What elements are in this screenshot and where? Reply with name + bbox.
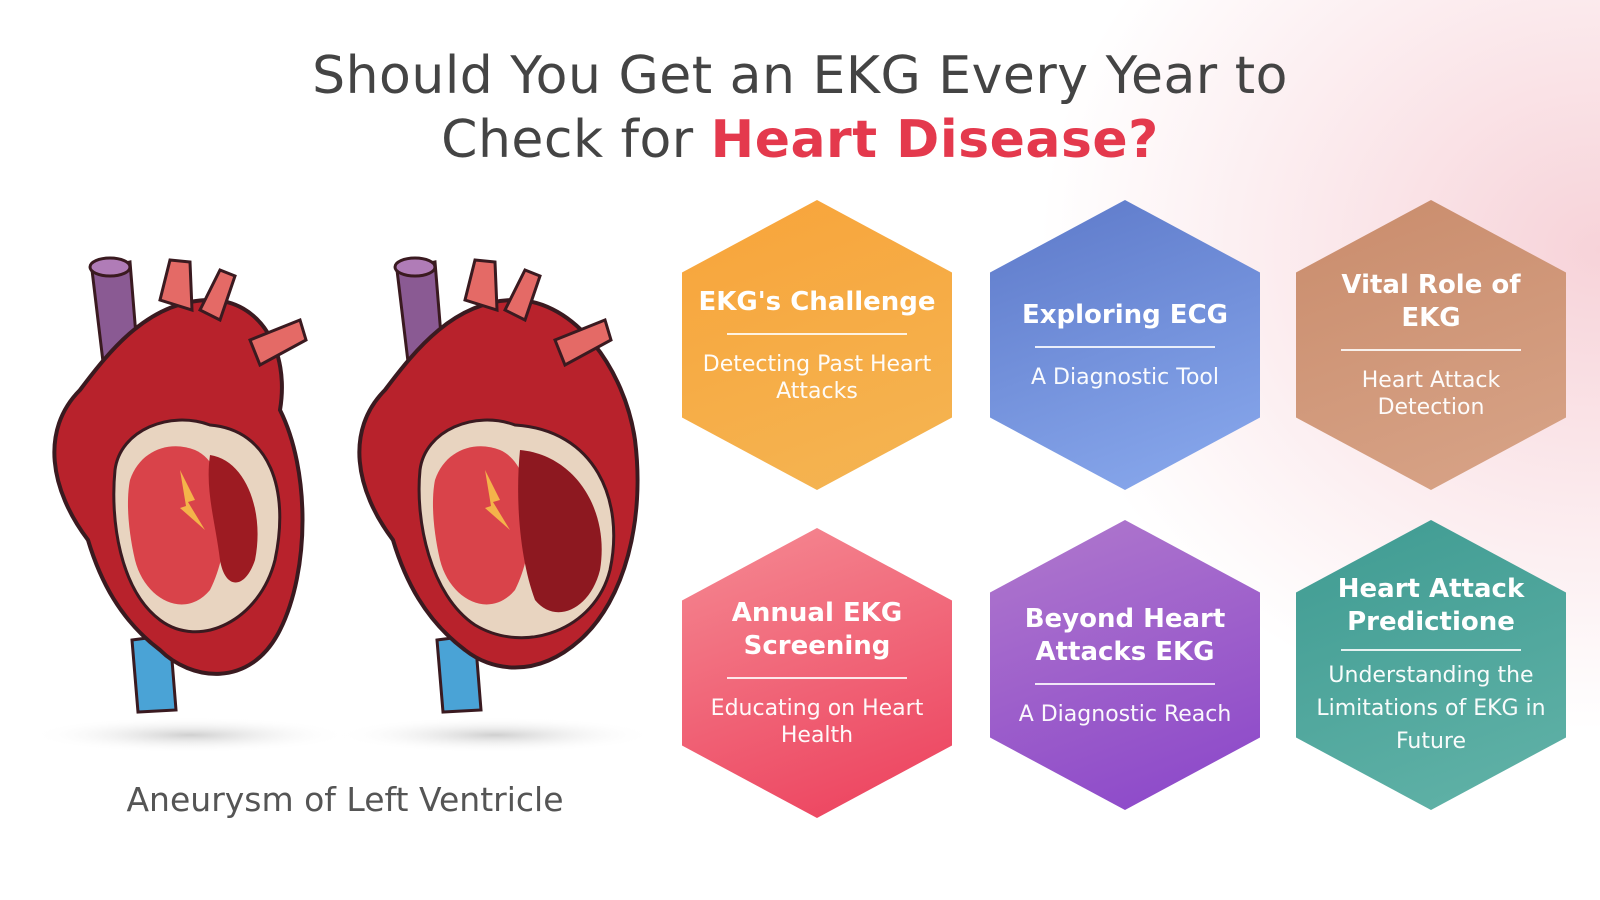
card-heart-attack-prediction: Heart Attack Predictione Understanding t… [1296,520,1566,810]
card-divider [727,677,907,679]
card-subtitle: Understanding the Limitations of EKG in … [1316,662,1546,754]
illustration-caption: Aneurysm of Left Ventricle [126,780,564,819]
card-title: Vital Role of EKG [1341,270,1521,333]
card-subtitle: Heart Attack Detection [1361,368,1501,420]
card-divider [1035,346,1215,348]
card-title: Heart Attack Predictione [1337,573,1525,637]
card-beyond-heart-attacks: Beyond Heart Attacks EKG A Diagnostic Re… [990,520,1260,810]
card-vital-role: Vital Role of EKG Heart Attack Detection [1296,200,1566,490]
title-line-2: Check for Heart Disease? [0,108,1600,172]
title-accent: Heart Disease? [710,110,1159,170]
card-divider [1341,349,1521,351]
aneurysm-heart-icon [335,256,655,753]
card-exploring-ecg: Exploring ECG A Diagnostic Tool [990,200,1260,490]
card-title: EKG's Challenge [698,286,936,317]
card-title: Exploring ECG [1021,300,1228,330]
card-divider [727,332,907,335]
card-annual-screening: Annual EKG Screening Educating on Heart … [682,528,952,818]
page-title: Should You Get an EKG Every Year to Chec… [0,44,1600,172]
card-subtitle: A Diagnostic Reach [1018,701,1232,727]
normal-heart-icon [30,256,350,753]
card-title: Beyond Heart Attacks EKG [1024,603,1226,667]
card-subtitle: Detecting Past Heart Attacks [702,351,932,404]
hearts-illustration [30,256,655,753]
title-line-1: Should You Get an EKG Every Year to [312,46,1288,106]
card-divider [1035,682,1215,685]
card-subtitle: Educating on Heart Health [710,696,924,748]
card-title: Annual EKG Screening [731,598,903,661]
title-line-2-plain: Check for [441,110,711,170]
card-divider [1341,648,1521,651]
card-subtitle: A Diagnostic Tool [1031,365,1219,390]
card-ekg-challenge: EKG's Challenge Detecting Past Heart Att… [682,200,952,490]
